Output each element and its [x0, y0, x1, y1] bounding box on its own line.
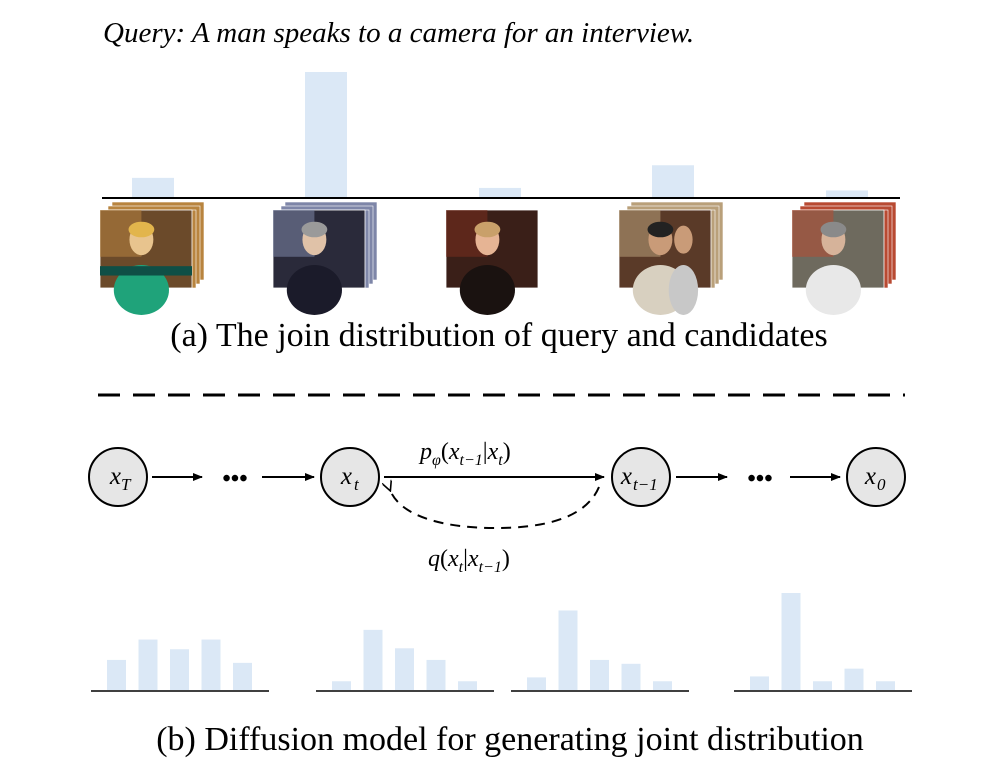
ellipsis-right: ••• — [747, 466, 772, 492]
svg-text:x: x — [620, 463, 632, 490]
svg-text:x: x — [340, 463, 352, 490]
caption-a: (a) The join distribution of query and c… — [170, 317, 827, 354]
markov-chain: x T x t x t−1 x 0 ••• ••• pφ(xt−1|xt) q(… — [88, 439, 906, 576]
node-x-t: x t — [320, 447, 380, 507]
distribution-4-bar-1 — [750, 676, 769, 690]
candidate-score-bar-5 — [826, 190, 868, 198]
node-x-T: x T — [88, 447, 148, 507]
candidate-score-bar-1 — [132, 177, 174, 198]
distribution-1 — [91, 639, 269, 692]
candidate-score-bar-3 — [479, 187, 521, 198]
distribution-3 — [511, 610, 689, 692]
distribution-1-bar-2 — [138, 639, 158, 690]
caption-b: (b) Diffusion model for generating joint… — [156, 721, 864, 758]
distribution-4-bar-2 — [781, 593, 801, 690]
candidate-thumbnail-4 — [618, 201, 724, 315]
distribution-3-bar-2 — [558, 610, 578, 690]
distribution-4-bar-5 — [876, 681, 895, 690]
arrow-forward-noising — [390, 487, 600, 530]
candidate-score-bar-4 — [652, 165, 694, 198]
svg-text:0: 0 — [877, 475, 886, 494]
candidate-thumbnails — [99, 201, 897, 315]
distribution-1-bar-5 — [233, 662, 252, 690]
distribution-3-bar-3 — [590, 659, 609, 690]
distribution-2-bar-5 — [458, 681, 477, 690]
distribution-3-bar-4 — [621, 663, 641, 690]
distribution-4-bar-4 — [844, 668, 864, 690]
node-x-t-minus-1: x t−1 — [611, 447, 671, 507]
distribution-1-bar-4 — [201, 639, 221, 690]
svg-text:t−1: t−1 — [633, 475, 658, 494]
forward-process-label: q(xt|xt−1) — [428, 546, 510, 576]
distribution-1-bar-3 — [170, 649, 189, 690]
diffusion-figure: Query: A man speaks to a camera for an i… — [88, 17, 912, 758]
candidate-thumbnail-2 — [272, 201, 378, 315]
distribution-histograms — [91, 593, 912, 692]
distribution-2-bar-1 — [332, 681, 351, 690]
candidate-thumbnail-1 — [99, 201, 205, 315]
distribution-2-bar-3 — [395, 648, 414, 690]
node-x-0: x 0 — [846, 447, 906, 507]
candidate-thumbnail-5 — [791, 201, 897, 315]
query-text: Query: A man speaks to a camera for an i… — [103, 17, 694, 49]
distribution-2-bar-4 — [426, 659, 446, 690]
svg-text:x: x — [864, 463, 876, 490]
distribution-4-bar-3 — [813, 681, 832, 690]
svg-text:x: x — [109, 463, 121, 490]
distribution-2 — [316, 629, 494, 692]
candidate-score-bar-2 — [305, 72, 347, 198]
candidate-score-bars — [132, 72, 868, 198]
distribution-4 — [734, 593, 912, 692]
candidate-thumbnail-3 — [445, 209, 539, 315]
distribution-3-bar-1 — [527, 677, 546, 690]
reverse-process-label: pφ(xt−1|xt) — [418, 439, 511, 469]
distribution-1-bar-1 — [107, 659, 126, 690]
ellipsis-left: ••• — [222, 466, 247, 492]
distribution-3-bar-5 — [653, 681, 672, 690]
svg-text:T: T — [121, 475, 132, 494]
distribution-2-bar-2 — [363, 629, 383, 690]
